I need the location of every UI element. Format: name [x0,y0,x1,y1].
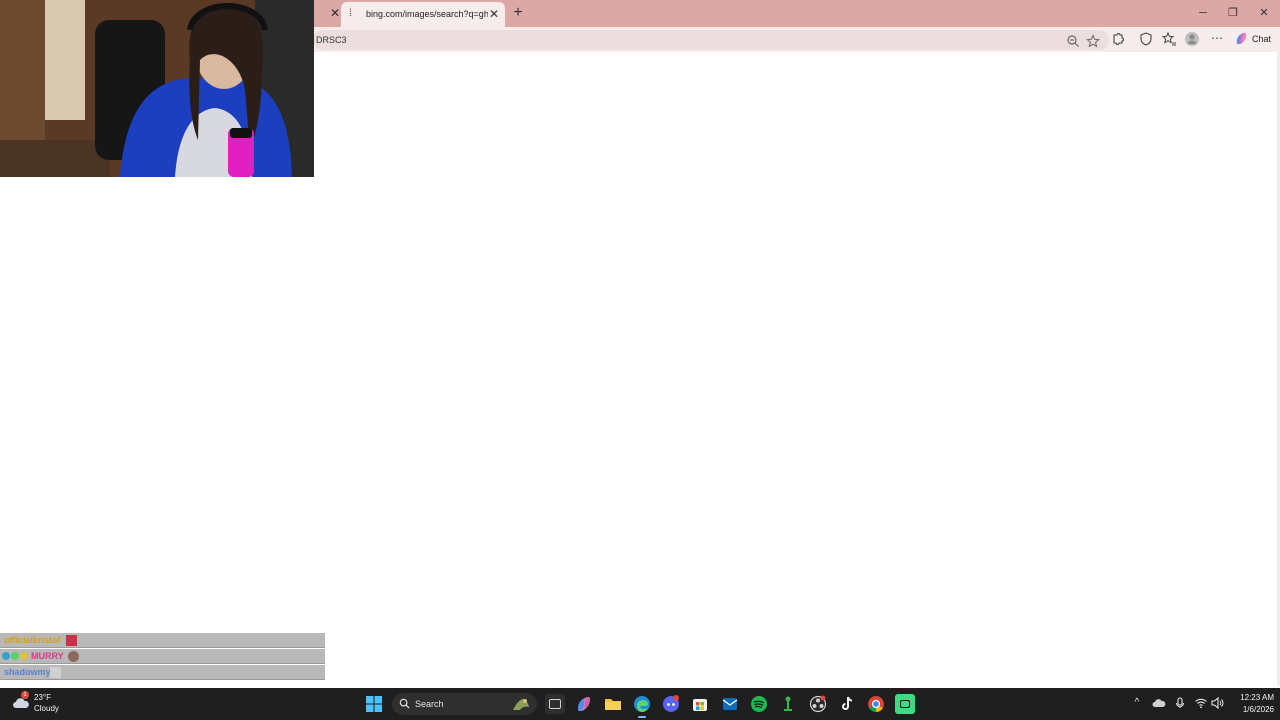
webcam-image [0,0,314,177]
profile-avatar-icon[interactable] [1184,31,1200,47]
address-text: DRSC3 [316,35,347,45]
chat-message: MURRY [0,649,325,664]
obs-icon[interactable] [808,694,828,714]
copilot-app-icon[interactable] [574,694,594,714]
tiktok-icon[interactable] [837,694,857,714]
chat-username: MURRY [31,651,64,661]
favorite-star-icon[interactable] [1086,34,1100,48]
onedrive-icon[interactable] [1152,696,1166,710]
chat-message: shadowmy [0,665,325,680]
chat-message: officialkristof [0,633,325,648]
badge-icon [2,652,10,660]
webcam-overlay [0,0,314,177]
weather-badge: 1 [21,691,29,699]
copilot-icon [1236,32,1247,45]
badge-icon [20,652,28,660]
clock-date: 1/6/2026 [1242,705,1274,714]
more-menu-icon[interactable]: ⋯ [1209,31,1225,47]
edge-browser-icon[interactable] [632,694,652,718]
spotify-icon[interactable] [749,694,769,714]
task-view-icon[interactable] [545,694,565,714]
taskbar: 1 23°F Cloudy Search ^ 12:23 AM 1/6/2026 [0,688,1280,720]
chat-overlay: officialkristof MURRY shadowmy [0,633,325,682]
loading-spinner-icon: ⁞ [349,8,352,19]
joystick-icon[interactable] [778,694,798,714]
close-window-button[interactable]: ✕ [1254,4,1274,22]
microphone-icon[interactable] [1173,696,1187,710]
copilot-chat-button[interactable]: Chat [1234,31,1274,47]
emote-icon [66,635,77,646]
outlook-icon[interactable] [720,694,740,714]
discord-icon[interactable] [661,694,681,714]
terminal-app-icon[interactable] [895,694,915,714]
extensions-icon[interactable] [1110,31,1126,47]
restore-button[interactable]: ❐ [1223,4,1243,22]
copilot-label: Chat [1252,34,1272,44]
badge-icon [11,652,19,660]
file-explorer-icon[interactable] [603,694,623,714]
chrome-icon[interactable] [866,694,886,714]
new-tab-button[interactable]: + [510,4,526,22]
close-icon[interactable]: ✕ [328,5,342,21]
volume-icon[interactable] [1210,696,1224,710]
weather-temperature: 23°F [34,693,51,702]
address-bar[interactable]: DRSC3 [313,30,1109,50]
clock-time: 12:23 AM [1240,693,1274,702]
microsoft-store-icon[interactable] [690,694,710,714]
minimize-button[interactable]: ─ [1193,4,1213,22]
chat-username: officialkristof [4,635,61,645]
search-label: Search [415,699,444,709]
search-highlight-icon [513,699,529,710]
weather-condition: Cloudy [34,704,59,713]
search-icon [399,698,410,709]
taskbar-search[interactable]: Search [392,693,537,715]
chevron-up-icon[interactable]: ^ [1130,696,1144,710]
wifi-icon[interactable] [1194,696,1208,710]
tab-active[interactable]: ⁞ bing.com/images/search?q=ghari ✕ [341,2,505,27]
browser-essentials-icon[interactable] [1138,31,1154,47]
chat-username: shadowmy [4,667,51,677]
emote-icon [68,651,79,662]
tab-title: bing.com/images/search?q=ghari [366,9,488,19]
windows-start-icon[interactable] [366,696,382,712]
close-tab-icon[interactable]: ✕ [487,6,501,22]
zoom-out-icon[interactable] [1066,34,1080,48]
emote-icon [50,667,61,678]
favorites-icon[interactable] [1161,31,1177,47]
